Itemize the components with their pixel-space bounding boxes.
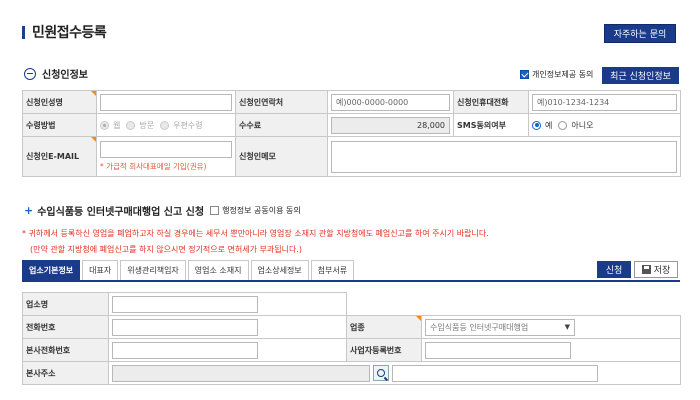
privacy-consent-checkbox[interactable]: 개인정보제공 동의: [520, 69, 593, 80]
floppy-disk-icon: [641, 265, 651, 274]
business-reg-no-label: 사업자등록번호: [346, 338, 422, 362]
tab-attachments[interactable]: 첨부서류: [310, 260, 355, 280]
faq-button[interactable]: 자주하는 문의: [604, 24, 676, 43]
business-phone-input[interactable]: [112, 318, 258, 336]
applicant-email-input[interactable]: [100, 141, 232, 158]
receive-visit-radio[interactable]: [126, 120, 136, 130]
page-title-bar: 민원접수등록: [22, 22, 107, 42]
title-bar-marker: [22, 25, 25, 39]
receive-mail-radio[interactable]: [160, 120, 170, 130]
tab-underline: [22, 280, 680, 282]
share-consent-label: 행정정보 공동이용 동의: [222, 206, 301, 215]
applicant-name-label: 신청인성명: [22, 90, 97, 114]
business-reg-no-input[interactable]: [425, 341, 571, 359]
applicant-mobile-input[interactable]: 예)010-1234-1234: [532, 93, 677, 111]
business-name-label: 업소명: [22, 292, 109, 316]
recent-applicant-button[interactable]: 최근 신청인정보: [602, 67, 679, 84]
hq-address-row: [112, 364, 677, 382]
fee-label: 수수료: [235, 113, 328, 137]
share-consent-checkbox[interactable]: [210, 206, 220, 215]
report-section-title: 수입식품등 인터넷구매대행업 신고 신청: [37, 207, 205, 218]
save-button-label: 저장: [653, 266, 671, 276]
tab-business-details[interactable]: 업소상세정보: [250, 260, 309, 280]
hq-address-label: 본사주소: [22, 361, 109, 385]
hq-phone-input[interactable]: [112, 341, 258, 359]
applicant-mobile-label: 신청인휴대전화: [453, 90, 529, 114]
apply-button[interactable]: 신청: [597, 261, 631, 278]
checkbox-checked-icon[interactable]: [520, 70, 529, 79]
closure-notice-line-2: (만약 관할 지방청에 폐업신고를 하지 않으시면 정기적으로 면허세가 부과됩…: [30, 245, 303, 254]
sms-yes-radio[interactable]: [532, 120, 541, 130]
receive-method-radio-group: 웹 방문 우편수령: [100, 120, 232, 131]
fee-value: 28,000: [331, 116, 450, 134]
sms-consent-label: SMS동의여부: [453, 113, 529, 137]
applicant-form-table: 신청인성명 신청인연락처 예)000-0000-0000 신청인휴대전화 예)0…: [22, 90, 681, 177]
business-form-table: 업소명 전화번호 업종 수입식품등 인터넷구매대행업 ▼ 본사전화번호 사업자등…: [22, 292, 681, 385]
business-name-input[interactable]: [112, 295, 258, 313]
report-section-header: + 수입식품등 인터넷구매대행업 신고 신청 행정정보 공동이용 동의: [24, 203, 301, 218]
receive-web-radio[interactable]: [100, 120, 109, 130]
business-phone-label: 전화번호: [22, 315, 109, 339]
receive-web-label: 웹: [113, 120, 121, 130]
hq-address-zip-input[interactable]: [112, 364, 370, 382]
tab-business-location[interactable]: 영업소 소재지: [187, 260, 249, 280]
email-hint-text: * 가급적 회사대표메일 기입(권유): [100, 162, 207, 171]
business-category-select[interactable]: 수입식품등 인터넷구매대행업 ▼: [425, 318, 575, 336]
applicant-email-label: 신청인E-MAIL: [22, 136, 97, 177]
address-search-button[interactable]: [373, 365, 389, 381]
hq-phone-label: 본사전화번호: [22, 338, 109, 362]
tab-hygiene-manager[interactable]: 위생관리책임자: [120, 260, 186, 280]
sms-no-label: 아니오: [571, 120, 594, 130]
privacy-consent-label: 개인정보제공 동의: [532, 70, 594, 79]
receive-method-label: 수령방법: [22, 113, 97, 137]
applicant-section-header[interactable]: 신청인정보: [24, 66, 88, 81]
search-icon: [377, 369, 385, 377]
business-tabs: 업소기본정보 대표자 위생관리책임자 영업소 소재지 업소상세정보 첨부서류: [22, 260, 356, 280]
page-title: 민원접수등록: [32, 25, 107, 41]
applicant-memo-label: 신청인메모: [235, 136, 328, 177]
hq-address-detail-input[interactable]: [392, 364, 598, 382]
plus-icon: +: [24, 204, 34, 217]
receive-mail-label: 우편수령: [173, 120, 203, 130]
sms-yes-label: 예: [545, 120, 553, 130]
tab-business-basic[interactable]: 업소기본정보: [22, 260, 81, 280]
applicant-memo-textarea[interactable]: [331, 140, 677, 173]
sms-consent-radio-group: 예 아니오: [532, 120, 677, 131]
business-category-label: 업종: [346, 315, 422, 339]
dropdown-caret-icon: ▼: [564, 323, 570, 331]
save-button[interactable]: 저장: [634, 261, 678, 278]
applicant-name-input[interactable]: [100, 93, 232, 111]
applicant-contact-input[interactable]: 예)000-0000-0000: [331, 93, 450, 111]
applicant-contact-label: 신청인연락처: [235, 90, 328, 114]
collapse-minus-icon[interactable]: [24, 67, 36, 80]
tab-representative[interactable]: 대표자: [82, 260, 119, 280]
receive-visit-label: 방문: [139, 120, 155, 130]
sms-no-radio[interactable]: [558, 120, 568, 130]
business-category-value: 수입식품등 인터넷구매대행업: [430, 322, 529, 332]
closure-notice-line-1: * 귀하께서 등록하신 영업을 폐업하고자 하실 경우에는 세무서 뿐만아니라 …: [22, 229, 489, 238]
applicant-section-title: 신청인정보: [42, 70, 88, 81]
